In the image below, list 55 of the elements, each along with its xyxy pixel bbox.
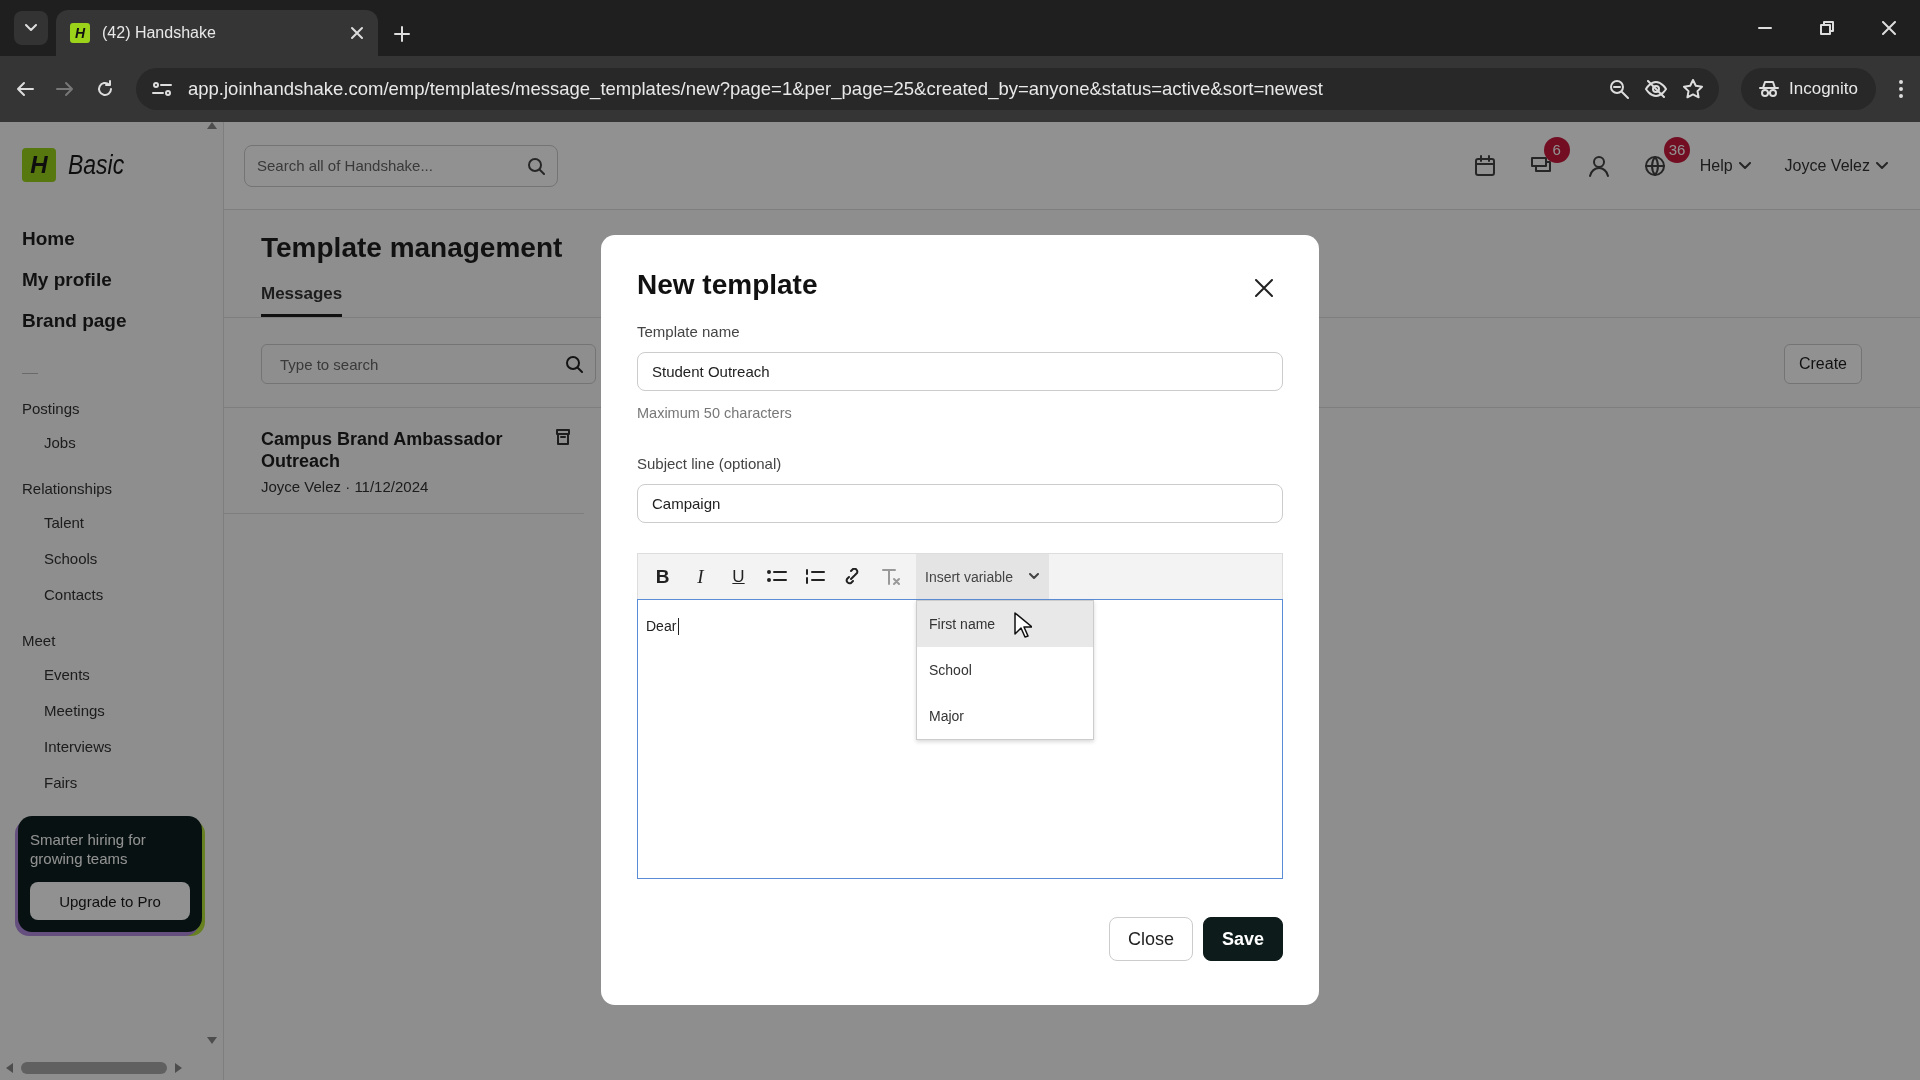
field-label: Template name bbox=[637, 323, 741, 340]
upgrade-button[interactable]: Upgrade to Pro bbox=[30, 882, 190, 920]
nav-item[interactable]: Fairs bbox=[22, 774, 223, 810]
nav-item[interactable]: Home bbox=[22, 228, 223, 269]
subject-field[interactable]: Campaign bbox=[637, 484, 1283, 523]
nav-section-title: Postings bbox=[22, 400, 81, 419]
field-label: Subject line (optional) bbox=[637, 455, 783, 472]
dialog-title: New template bbox=[637, 269, 818, 301]
nav-item[interactable]: Schools bbox=[22, 550, 223, 586]
save-button[interactable]: Save bbox=[1202, 917, 1283, 961]
logo-mark[interactable]: H bbox=[22, 148, 56, 182]
nav-section-title: Meet bbox=[22, 632, 57, 651]
field-hint: Maximum 50 characters bbox=[637, 405, 793, 421]
profile-button[interactable]: Incognito bbox=[1741, 68, 1876, 110]
count-badge: 36 bbox=[1663, 136, 1691, 163]
page-title: Template management bbox=[261, 232, 564, 264]
underline-button[interactable]: U bbox=[726, 564, 751, 589]
nav-item[interactable]: Jobs bbox=[22, 434, 223, 470]
editor-text: Dear bbox=[646, 618, 677, 634]
nav-section-title: Relationships bbox=[22, 480, 114, 499]
italic-button[interactable]: I bbox=[688, 564, 713, 589]
browser-tab[interactable]: H (42) Handshake bbox=[56, 10, 378, 56]
address-bar[interactable]: app.joinhandshake.com/emp/templates/message_templates/new?page=1&per_page=25&created_by=anyone&status=active&sort=newest bbox=[136, 68, 1719, 110]
menu-item[interactable]: Major bbox=[917, 693, 1093, 739]
menu-item[interactable]: School bbox=[917, 647, 1093, 693]
page-tab[interactable]: Messages bbox=[261, 284, 343, 317]
search-placeholder: Type to search bbox=[280, 355, 379, 373]
name-field[interactable]: Student Outreach bbox=[637, 352, 1283, 391]
help-menu[interactable]: Help bbox=[1699, 156, 1751, 175]
favicon: H bbox=[70, 23, 90, 43]
nav-item[interactable]: Brand page bbox=[22, 310, 223, 351]
search-field[interactable]: Type to search bbox=[261, 344, 596, 384]
create-button[interactable]: Create bbox=[1783, 344, 1862, 384]
bold-button[interactable]: B bbox=[650, 564, 675, 589]
template-title: Campus Brand Ambassador Outreach bbox=[261, 428, 504, 472]
profile-label: Incognito bbox=[1789, 79, 1858, 99]
nav-item[interactable]: My profile bbox=[22, 269, 223, 310]
nav-item[interactable]: Meetings bbox=[22, 702, 223, 738]
close-button[interactable]: Close bbox=[1108, 917, 1193, 961]
plan-label: Basic bbox=[68, 149, 125, 181]
template-item[interactable]: Campus Brand Ambassador Outreach Joyce Velez · 11/12/2024 bbox=[224, 408, 584, 514]
nav-item[interactable]: Events bbox=[22, 666, 223, 702]
count-badge: 6 bbox=[1543, 136, 1570, 163]
template-meta: Joyce Velez · 11/12/2024 bbox=[261, 478, 430, 495]
nav-item[interactable]: Talent bbox=[22, 514, 223, 550]
menu-item[interactable]: First name bbox=[917, 601, 1093, 647]
user-menu[interactable]: Joyce Velez bbox=[1784, 156, 1888, 175]
tab-title: (42) Handshake bbox=[102, 24, 217, 42]
insert-variable-dropdown[interactable]: Insert variable bbox=[916, 554, 1049, 599]
promo-text: Smarter hiring for growing teams bbox=[30, 830, 147, 868]
search-placeholder: Search all of Handshake... bbox=[257, 157, 433, 174]
url-text: app.joinhandshake.com/emp/templates/message_templates/new?page=1&per_page=25&created_by=anyone&status=active&sort=newest bbox=[188, 78, 1324, 100]
search-field[interactable]: Search all of Handshake... bbox=[244, 144, 558, 187]
nav-item[interactable]: Contacts bbox=[22, 586, 223, 622]
nav-item[interactable]: Interviews bbox=[22, 738, 223, 774]
